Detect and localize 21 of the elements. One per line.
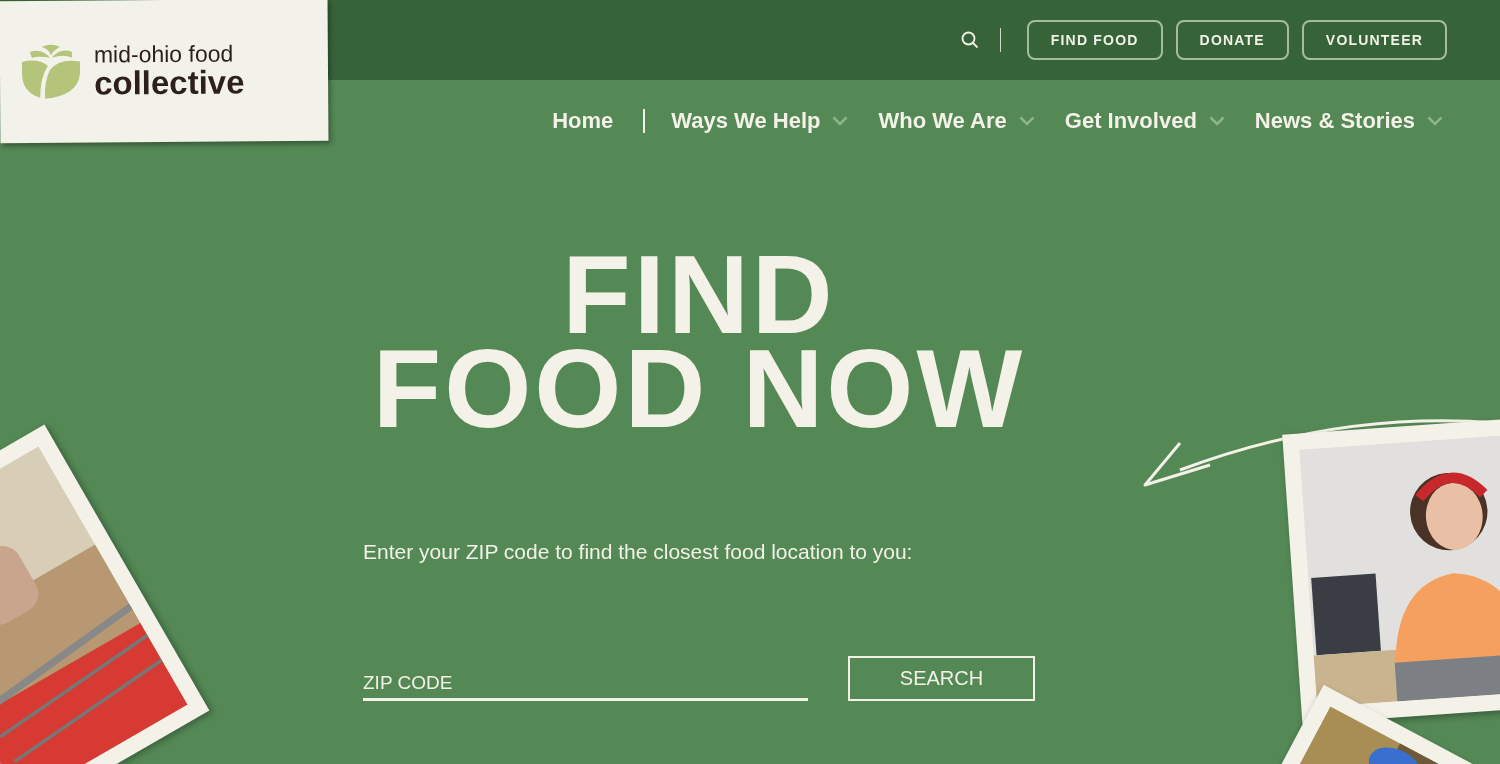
header-button[interactable]: FIND FOOD (1026, 20, 1163, 60)
intro-text: Enter your ZIP code to find the closest food location to you: (363, 540, 914, 564)
nav-link[interactable]: Home (552, 109, 646, 133)
header-button[interactable]: DONATE (1175, 20, 1289, 60)
chevron-down-icon (1018, 116, 1035, 126)
nav-link[interactable]: News & Stories (1224, 108, 1443, 134)
chevron-down-icon (832, 116, 849, 126)
header-button[interactable]: VOLUNTEER (1301, 20, 1447, 60)
hero-title: FIND FOOD NOW (371, 248, 1027, 436)
search-button[interactable]: SEARCH (848, 656, 1035, 701)
logo-text: collective (93, 65, 245, 101)
chevron-down-icon (1427, 116, 1443, 126)
search-icon[interactable] (960, 31, 979, 49)
nav-link[interactable]: Get Involved (1034, 108, 1225, 134)
chevron-down-icon (1208, 116, 1225, 126)
leaf-logo-icon (19, 43, 83, 100)
zip-code-field[interactable]: ZIP CODE (363, 667, 808, 701)
logo-text: mid-ohio food (93, 41, 235, 67)
nav-link[interactable]: Ways We Help (645, 108, 849, 134)
logo-card[interactable]: mid-ohio food collective (0, 0, 329, 144)
nav-link[interactable]: Who We Are (848, 108, 1035, 134)
